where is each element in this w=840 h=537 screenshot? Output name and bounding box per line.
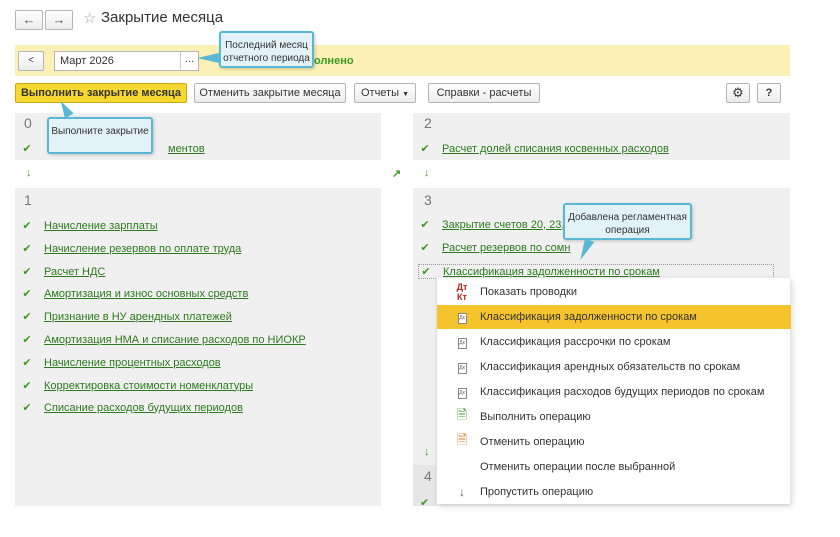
- check-icon: ✔: [420, 143, 430, 155]
- references-button[interactable]: Справки - расчеты: [428, 83, 540, 103]
- gear-icon: ⚙: [732, 85, 744, 100]
- stage-1-op[interactable]: ✔ Начисление резервов по оплате труда: [20, 242, 241, 256]
- context-menu: Дт Кт Показать проводки Дк Классификация …: [436, 278, 791, 504]
- op-label[interactable]: Начисление резервов по оплате труда: [44, 243, 241, 255]
- callout-run: Выполните закрытие: [47, 117, 153, 154]
- op-label[interactable]: Расчет НДС: [44, 266, 105, 278]
- check-icon: ✔: [22, 220, 32, 232]
- settings-button[interactable]: ⚙: [726, 83, 750, 103]
- help-button[interactable]: ?: [757, 83, 781, 103]
- stage-1-op[interactable]: ✔ Начисление процентных расходов: [20, 356, 221, 370]
- month-value: Март 2026: [60, 55, 114, 67]
- arrow-left-icon: ←: [22, 12, 36, 27]
- op-label[interactable]: Расчет резервов по сомн: [442, 242, 570, 254]
- stage-3-number: 3: [424, 192, 432, 208]
- prev-month-button[interactable]: <: [18, 51, 44, 71]
- check-icon: ✔: [420, 242, 430, 254]
- callout-pointer: [197, 53, 219, 63]
- op-label[interactable]: Списание расходов будущих периодов: [44, 402, 243, 414]
- op-label[interactable]: Закрытие счетов 20, 23, 2: [442, 219, 574, 231]
- dt-kt-icon: Дт Кт: [456, 282, 468, 302]
- check-icon: ✔: [421, 266, 431, 278]
- arrow-down-icon: ↓: [26, 167, 32, 179]
- stage-0-number: 0: [24, 115, 32, 131]
- stage-1-op[interactable]: ✔ Признание в НУ арендных платежей: [20, 310, 232, 324]
- check-icon: ✔: [22, 357, 32, 369]
- check-icon: ✔: [420, 497, 430, 509]
- arrow-diagonal-icon: ↗: [392, 168, 402, 180]
- check-icon: ✔: [22, 288, 32, 300]
- menu-item-deferred-expenses-classification[interactable]: Дк Классификация расходов будущих период…: [437, 380, 791, 404]
- op-label[interactable]: Начисление процентных расходов: [44, 357, 221, 369]
- month-select-button[interactable]: ...: [180, 52, 198, 70]
- arrow-right-icon: →: [52, 12, 66, 27]
- stage-1-number: 1: [24, 192, 32, 208]
- menu-item-cancel-after-selected[interactable]: Отменить операции после выбранной: [437, 455, 791, 479]
- check-icon: ✔: [22, 266, 32, 278]
- chevron-down-icon: ▼: [402, 91, 410, 98]
- menu-item-skip-operation[interactable]: ↓ Пропустить операцию: [437, 480, 791, 504]
- arrow-down-icon: ↓: [459, 485, 465, 499]
- menu-item-run-operation[interactable]: 🗎 Выполнить операцию: [437, 405, 791, 429]
- callout-added-op: Добавлена регламентная операция: [563, 203, 692, 240]
- menu-item-debt-classification[interactable]: Дк Классификация задолженности по срокам: [437, 305, 791, 329]
- check-icon: ✔: [22, 311, 32, 323]
- stage-2-op[interactable]: ✔ Расчет долей списания косвенных расход…: [418, 142, 669, 156]
- document-icon: Дк: [449, 361, 475, 374]
- stage-4-number: 4: [424, 468, 432, 484]
- stage-3-op-selected[interactable]: ✔ Классификация задолженности по срокам: [418, 264, 774, 279]
- reports-button[interactable]: Отчеты ▼: [354, 83, 416, 103]
- op-label[interactable]: Расчет долей списания косвенных расходов: [442, 143, 669, 155]
- cancel-close-button[interactable]: Отменить закрытие месяца: [194, 83, 346, 103]
- menu-item-installment-classification[interactable]: Дк Классификация рассрочки по срокам: [437, 330, 791, 354]
- check-icon: ✔: [22, 243, 32, 255]
- callout-last-month: Последний месяц отчетного периода: [219, 31, 314, 68]
- op-label[interactable]: Признание в НУ арендных платежей: [44, 311, 232, 323]
- stage-3-op[interactable]: ✔ Закрытие счетов 20, 23, 2: [418, 218, 574, 232]
- check-icon: ✔: [22, 380, 32, 392]
- op-label[interactable]: ментов: [168, 143, 205, 155]
- cancel-operation-icon: 🗎: [456, 432, 468, 447]
- check-icon: ✔: [22, 402, 32, 414]
- check-icon: ✔: [420, 219, 430, 231]
- month-field[interactable]: Март 2026 ...: [54, 51, 199, 71]
- page-title: Закрытие месяца: [101, 9, 224, 26]
- run-close-button[interactable]: Выполнить закрытие месяца: [15, 83, 187, 103]
- stage-1-op[interactable]: ✔ Начисление зарплаты: [20, 219, 158, 233]
- menu-item-cancel-operation[interactable]: 🗎 Отменить операцию: [437, 430, 791, 454]
- star-icon[interactable]: ☆: [83, 9, 96, 27]
- stage-1-op[interactable]: ✔ Списание расходов будущих периодов: [20, 401, 243, 415]
- check-icon: ✔: [22, 143, 32, 155]
- stage-1-panel: [15, 188, 381, 506]
- arrow-down-icon: ↓: [424, 167, 430, 179]
- document-icon: Дк: [449, 386, 475, 399]
- op-label[interactable]: Амортизация и износ основных средств: [44, 288, 248, 300]
- stage-1-op[interactable]: ✔ Амортизация и износ основных средств: [20, 287, 248, 301]
- stage-1-op[interactable]: ✔ Расчет НДС: [20, 265, 105, 279]
- op-label[interactable]: Корректировка стоимости номенклатуры: [44, 380, 253, 392]
- stage-3-op[interactable]: ✔ Расчет резервов по сомн: [418, 241, 570, 255]
- op-label[interactable]: Классификация задолженности по срокам: [443, 266, 660, 278]
- stage-2-number: 2: [424, 115, 432, 131]
- reports-label: Отчеты: [360, 87, 400, 99]
- run-operation-icon: 🗎: [456, 407, 468, 422]
- menu-item-lease-classification[interactable]: Дк Классификация арендных обязательств п…: [437, 355, 791, 379]
- forward-button[interactable]: →: [45, 10, 73, 30]
- menu-item-show-entries[interactable]: Дт Кт Показать проводки: [437, 280, 791, 304]
- check-icon: ✔: [22, 334, 32, 346]
- arrow-down-icon: ↓: [424, 446, 430, 458]
- document-icon: Дк: [449, 336, 475, 349]
- op-label[interactable]: Начисление зарплаты: [44, 220, 158, 232]
- back-button[interactable]: ←: [15, 10, 43, 30]
- status-text: олнено: [314, 55, 354, 67]
- op-label[interactable]: Амортизация НМА и списание расходов по Н…: [44, 334, 306, 346]
- stage-1-op[interactable]: ✔ Корректировка стоимости номенклатуры: [20, 379, 253, 393]
- stage-1-op[interactable]: ✔ Амортизация НМА и списание расходов по …: [20, 333, 306, 347]
- document-icon: Дк: [449, 311, 475, 324]
